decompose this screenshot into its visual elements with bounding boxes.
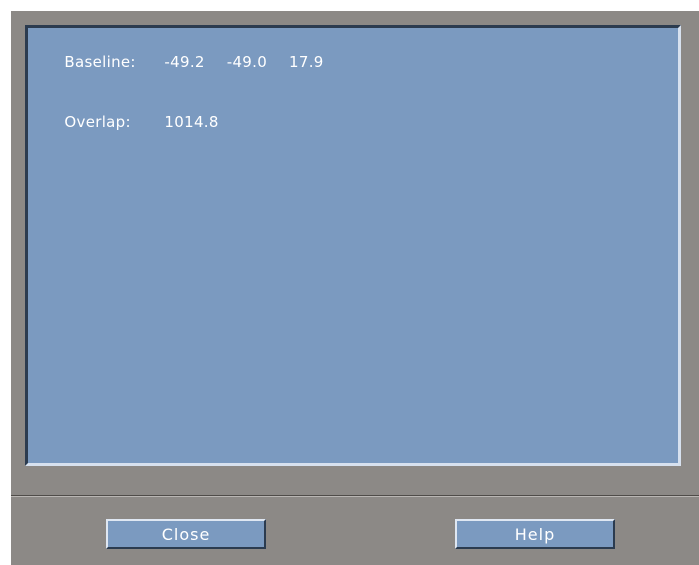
button-separator [11,495,699,497]
close-button[interactable]: Close [106,519,266,549]
baseline-label: Baseline: [64,53,136,71]
overlap-line: Overlap: 1014.8 [34,92,672,152]
overlap-label: Overlap: [64,113,131,131]
baseline-value-1: -49.2 [164,53,205,71]
dialog-window: Baseline: -49.2 -49.0 17.9 Overlap: 1014.8 C… [11,11,699,565]
output-text-area[interactable]: Baseline: -49.2 -49.0 17.9 Overlap: 1014.8 [25,25,681,466]
help-button[interactable]: Help [455,519,615,549]
baseline-line: Baseline: -49.2 -49.0 17.9 [34,32,672,92]
baseline-value-3: 17.9 [289,53,324,71]
overlap-value: 1014.8 [164,113,219,131]
baseline-value-2: -49.0 [226,53,268,71]
